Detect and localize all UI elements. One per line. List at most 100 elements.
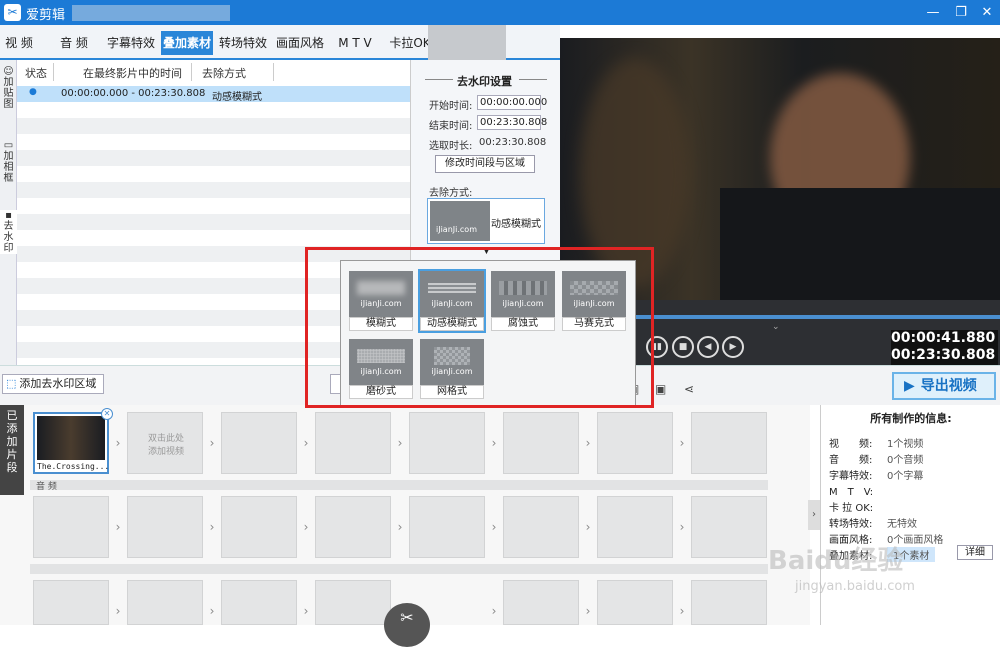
sidebar-item-frame[interactable]: ▭ 加相框 — [0, 140, 17, 184]
track-slot[interactable] — [33, 580, 109, 625]
chevron-down-icon[interactable]: ▼ — [483, 246, 490, 256]
info-key: 卡 拉 OK: — [829, 503, 874, 514]
app-title: 爱剪辑 — [26, 8, 66, 23]
timeline-side-label: 已添加片段 — [0, 405, 24, 495]
tab-karaoke[interactable]: 卡拉OK — [388, 33, 432, 53]
arrow-icon: › — [115, 436, 121, 450]
arrow-icon: › — [585, 604, 591, 618]
audio-slot[interactable] — [503, 496, 579, 558]
minimize-icon[interactable]: — — [922, 3, 944, 22]
clip-first[interactable]: The.Crossing... ✕ — [33, 408, 113, 474]
sidebar-item-remove-watermark[interactable]: ▪ 去水印 — [0, 210, 17, 254]
clip-slot[interactable] — [409, 412, 485, 474]
sidebar-item-sticker[interactable]: ☺ 加贴图 — [0, 66, 17, 110]
start-label: 开始时间: — [429, 101, 473, 112]
pause-icon[interactable]: ▮▮ — [646, 336, 668, 358]
option-preview — [570, 281, 618, 295]
method-thumb-text: iJianJi.com — [436, 225, 477, 234]
audio-slot[interactable] — [691, 496, 767, 558]
audio-slot[interactable] — [409, 496, 485, 558]
clip-empty-add[interactable]: 双击此处 添加视频 — [127, 412, 203, 474]
option-grid[interactable]: iJianJi.com 网格式 — [420, 339, 484, 399]
arrow-icon: › — [679, 520, 685, 534]
divider — [53, 63, 54, 81]
table-row[interactable]: ● 00:00:00.000 - 00:23:30.808 动感模糊式 — [17, 86, 410, 103]
restore-icon[interactable]: ❐ — [950, 3, 972, 22]
option-erode[interactable]: iJianJi.com 腐蚀式 — [491, 271, 555, 331]
chevron-down-icon[interactable]: ⌄ — [772, 322, 780, 332]
tab-video[interactable]: 视 频 — [2, 33, 36, 53]
export-icon: ▶ — [904, 378, 915, 394]
audio-slot[interactable] — [315, 496, 391, 558]
clip-slot[interactable] — [597, 412, 673, 474]
duration-value: 00:23:30.808 — [479, 137, 547, 148]
option-label: 磨砂式 — [349, 385, 413, 399]
next-frame-icon[interactable]: ▶ — [722, 336, 744, 358]
clip-slot[interactable] — [221, 412, 297, 474]
prev-frame-icon[interactable]: ◀ — [697, 336, 719, 358]
tab-audio[interactable]: 音 频 — [56, 33, 92, 53]
video-figure — [580, 58, 690, 288]
info-title: 所有制作的信息: — [870, 412, 952, 425]
close-icon[interactable]: ✕ — [976, 3, 998, 22]
tab-mtv[interactable]: M T V — [333, 33, 377, 53]
method-value: 动感模糊式 — [491, 219, 541, 230]
option-motion-blur[interactable]: iJianJi.com 动感模糊式 — [418, 269, 486, 333]
clip-slot[interactable] — [691, 412, 767, 474]
watermark-settings: 去水印设置 开始时间: 00:00:00.000 结束时间: 00:23:30.… — [410, 60, 560, 260]
method-select[interactable]: iJianJi.com 动感模糊式 — [427, 198, 545, 244]
tab-style[interactable]: 画面风格 — [276, 33, 324, 53]
tab-subtitle[interactable]: 字幕特效 — [106, 33, 156, 53]
save-as-icon[interactable]: ▣ — [655, 382, 666, 396]
option-thumb-text: iJianJi.com — [360, 299, 402, 308]
track-slot[interactable] — [127, 580, 203, 625]
start-time-field[interactable]: 00:00:00.000 — [477, 95, 547, 110]
video-figure — [720, 188, 1000, 300]
info-value: 0个音频 — [887, 455, 924, 466]
option-preview — [499, 281, 547, 295]
modify-area-button[interactable]: 修改时间段与区域 — [435, 155, 535, 173]
option-blur[interactable]: iJianJi.com 模糊式 — [349, 271, 413, 331]
track-slot[interactable] — [503, 580, 579, 625]
table-row — [17, 150, 410, 166]
export-video-button[interactable]: ▶ 导出视频 — [892, 372, 996, 400]
table-row — [17, 214, 410, 230]
current-time: 00:00:41.880 — [891, 330, 996, 346]
option-preview — [357, 281, 405, 295]
option-frosted[interactable]: iJianJi.com 磨砂式 — [349, 339, 413, 399]
removal-method-popup: iJianJi.com 模糊式 iJianJi.com 动感模糊式 iJianJi.… — [340, 260, 636, 406]
audio-slot[interactable] — [221, 496, 297, 558]
add-watermark-area-button[interactable]: ⬚ 添加去水印区域 — [2, 374, 104, 394]
track-slot[interactable] — [597, 580, 673, 625]
audio-slot[interactable] — [33, 496, 109, 558]
clip-slot[interactable] — [503, 412, 579, 474]
option-thumb-text: iJianJi.com — [502, 299, 544, 308]
tab-bar: 视 频 音 频 字幕特效 叠加素材 转场特效 画面风格 M T V 卡拉OK — [0, 25, 560, 60]
option-mosaic[interactable]: iJianJi.com 马赛克式 — [562, 271, 626, 331]
tab-transition[interactable]: 转场特效 — [219, 33, 267, 53]
close-icon[interactable]: ✕ — [101, 408, 113, 420]
title-blur — [72, 5, 230, 21]
track-slot[interactable] — [691, 580, 767, 625]
track-slot[interactable] — [315, 580, 391, 625]
tab-overlay[interactable]: 叠加素材 — [161, 31, 213, 55]
arrow-icon: › — [679, 604, 685, 618]
baidu-watermark: Baidu经验 — [768, 546, 904, 576]
share-icon[interactable]: ⋖ — [684, 382, 694, 396]
audio-slot[interactable] — [127, 496, 203, 558]
divider — [519, 79, 547, 80]
arrow-icon: › — [209, 436, 215, 450]
audio-slot[interactable] — [597, 496, 673, 558]
end-time-field[interactable]: 00:23:30.808 — [477, 115, 547, 130]
film-icon: ✂ — [4, 4, 21, 21]
sidebar-label: 去水印 — [3, 221, 14, 254]
arrow-icon: › — [303, 436, 309, 450]
scissors-icon[interactable]: ✂ — [384, 603, 430, 647]
option-thumbnail — [420, 271, 484, 317]
track-slot[interactable] — [221, 580, 297, 625]
clip-slot[interactable] — [315, 412, 391, 474]
option-thumb-text: iJianJi.com — [573, 299, 615, 308]
detail-button[interactable]: 详细 — [957, 545, 993, 560]
stop-icon[interactable]: ■ — [672, 336, 694, 358]
collapse-handle[interactable]: › — [808, 500, 820, 530]
